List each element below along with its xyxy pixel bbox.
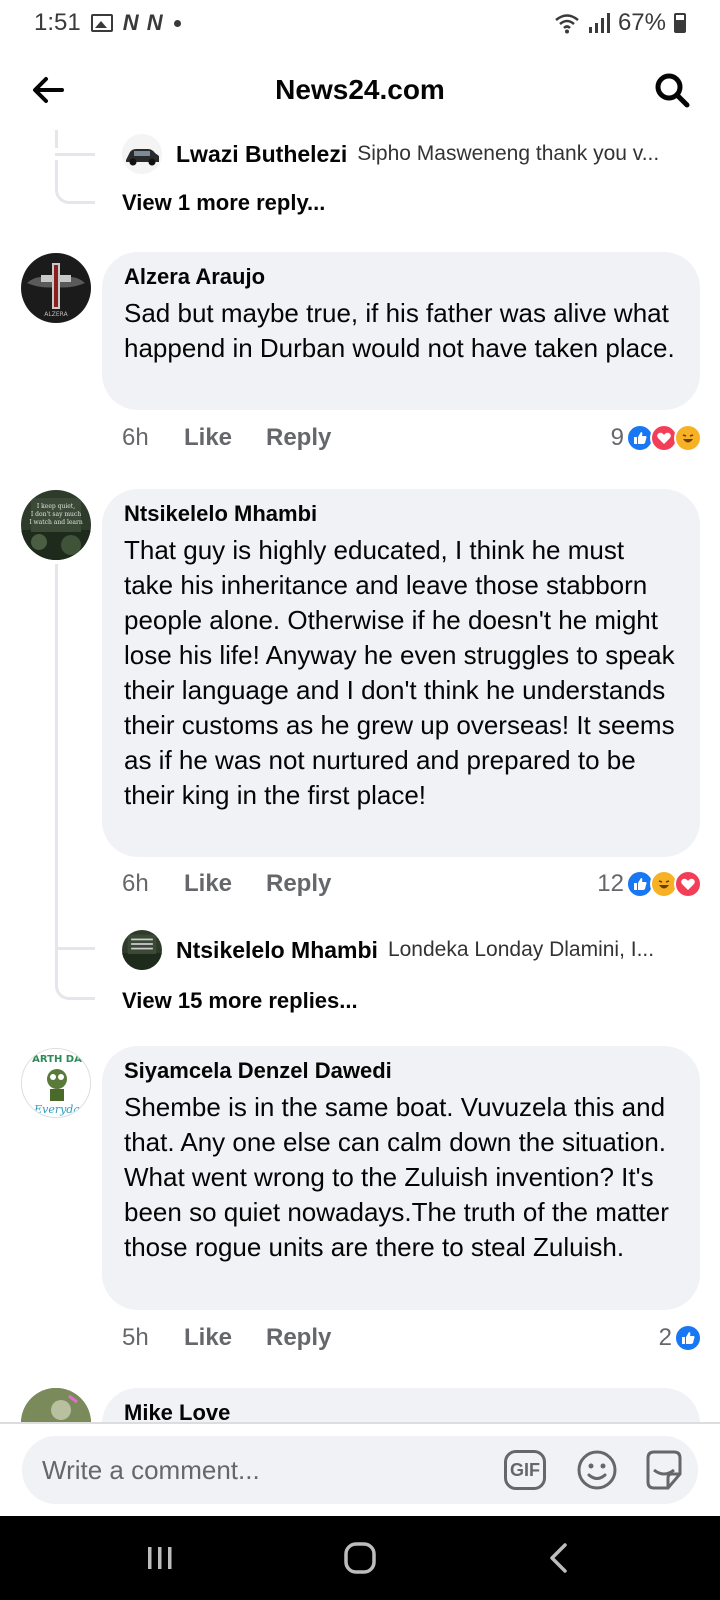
- avatar[interactable]: [21, 1388, 91, 1422]
- reply-author[interactable]: Lwazi Buthelezi: [176, 141, 347, 168]
- wifi-icon: [555, 14, 579, 34]
- battery-icon: [674, 13, 686, 33]
- like-button[interactable]: Like: [184, 1324, 266, 1352]
- gif-button[interactable]: GIF: [504, 1450, 546, 1490]
- thread-connector: [55, 134, 95, 156]
- avatar[interactable]: ARTH DA Everyda: [21, 1048, 91, 1118]
- reactions-summary[interactable]: 2: [659, 1324, 702, 1352]
- svg-text:Everyda: Everyda: [33, 1103, 80, 1116]
- reply-snippet: Sipho Masweneng thank you v...: [357, 142, 660, 165]
- comment-text: Shembe is in the same boat. Vuvuzela thi…: [124, 1092, 669, 1262]
- emoji-icon[interactable]: [576, 1449, 618, 1491]
- comment-timestamp[interactable]: 6h: [122, 870, 184, 898]
- comment-author[interactable]: Siyamcela Denzel Dawedi: [124, 1058, 680, 1084]
- partial-comment-container: Mike Love: [0, 1386, 720, 1422]
- comment-bubble[interactable]: Alzera Araujo Sad but maybe true, if his…: [102, 252, 700, 410]
- quote-avatar-icon: I keep quiet, I don't say much I watch a…: [21, 490, 91, 560]
- reply-snippet: Londeka Londay Dlamini, I...: [387, 938, 655, 961]
- reactions-summary[interactable]: 12: [597, 870, 702, 898]
- comment-text: Sad but maybe true, if his father was al…: [124, 298, 675, 363]
- photo-avatar-icon: [21, 1388, 91, 1422]
- svg-text:I watch and learn: I watch and learn: [29, 519, 83, 526]
- quote-avatar-icon: [122, 930, 162, 970]
- thread-line: [55, 564, 58, 946]
- svg-text:ALZERA: ALZERA: [44, 311, 68, 318]
- like-button[interactable]: Like: [184, 424, 266, 452]
- thread-connector: [55, 944, 95, 1000]
- like-button[interactable]: Like: [184, 870, 266, 898]
- battery-percent: 67%: [617, 9, 666, 36]
- view-more-replies-button[interactable]: View 15 more replies...: [122, 988, 358, 1014]
- haha-reaction-icon: [674, 424, 702, 452]
- system-nav-bar: [0, 1516, 720, 1600]
- recent-apps-icon[interactable]: [140, 1538, 180, 1578]
- reply-button[interactable]: Reply: [266, 870, 331, 898]
- reply-preview[interactable]: Lwazi Buthelezi Sipho Masweneng thank yo…: [122, 134, 692, 174]
- avatar[interactable]: [122, 930, 162, 970]
- svg-text:I don't say much: I don't say much: [31, 511, 81, 518]
- photo-notification-icon: [90, 14, 113, 32]
- n-notification-icon: N N: [122, 10, 164, 35]
- back-arrow-icon[interactable]: [28, 70, 68, 110]
- avatar[interactable]: [122, 134, 162, 174]
- cross-avatar-icon: ALZERA: [21, 253, 91, 323]
- comment-bubble[interactable]: Mike Love: [102, 1388, 700, 1422]
- page-title: News24.com: [275, 74, 445, 105]
- avatar[interactable]: ALZERA: [21, 253, 91, 323]
- comment-actions: 6h Like Reply 9: [122, 418, 702, 458]
- comment-bubble[interactable]: Siyamcela Denzel Dawedi Shembe is in the…: [102, 1046, 700, 1310]
- comment-timestamp[interactable]: 5h: [122, 1324, 184, 1352]
- comment-actions: 6h Like Reply 12: [122, 864, 702, 904]
- car-avatar-icon: [122, 134, 162, 174]
- comment-bubble[interactable]: Ntsikelelo Mhambi That guy is highly edu…: [102, 489, 700, 857]
- earth-day-avatar-icon: ARTH DA Everyda: [22, 1049, 90, 1117]
- signal-icon: [588, 13, 610, 33]
- comment-actions: 5h Like Reply 2: [122, 1318, 702, 1358]
- svg-text:ARTH DA: ARTH DA: [32, 1054, 82, 1065]
- comment-author[interactable]: Alzera Araujo: [124, 264, 680, 290]
- sticker-icon[interactable]: [642, 1448, 686, 1492]
- view-more-replies-button[interactable]: View 1 more reply...: [122, 190, 325, 216]
- love-reaction-icon: [674, 870, 702, 898]
- more-notifications-dot-icon: [173, 19, 181, 27]
- reaction-count: 2: [658, 1324, 672, 1351]
- thread-connector: [55, 160, 95, 204]
- status-time: 1:51: [34, 9, 81, 36]
- like-reaction-icon: [674, 1324, 702, 1352]
- reply-button[interactable]: Reply: [266, 1324, 331, 1352]
- back-icon[interactable]: [540, 1538, 580, 1578]
- comment-composer: Write a comment... GIF: [0, 1424, 720, 1516]
- reply-author[interactable]: Ntsikelelo Mhambi: [176, 937, 378, 964]
- avatar[interactable]: I keep quiet, I don't say much I watch a…: [21, 490, 91, 560]
- reply-preview[interactable]: Ntsikelelo Mhambi Londeka Londay Dlamini…: [122, 930, 692, 970]
- comment-text: That guy is highly educated, I think he …: [124, 535, 675, 810]
- home-icon[interactable]: [340, 1538, 380, 1578]
- reply-button[interactable]: Reply: [266, 424, 331, 452]
- reaction-count: 12: [597, 870, 624, 897]
- comment-timestamp[interactable]: 6h: [122, 424, 184, 452]
- status-bar: 1:51 N N 67%: [0, 0, 720, 46]
- search-icon[interactable]: [652, 70, 692, 110]
- comment-author[interactable]: Mike Love: [124, 1400, 680, 1422]
- svg-text:I keep quiet,: I keep quiet,: [37, 503, 75, 510]
- comment-author[interactable]: Ntsikelelo Mhambi: [124, 501, 680, 527]
- app-header: News24.com: [0, 62, 720, 118]
- reactions-summary[interactable]: 9: [611, 424, 702, 452]
- reaction-count: 9: [610, 424, 624, 451]
